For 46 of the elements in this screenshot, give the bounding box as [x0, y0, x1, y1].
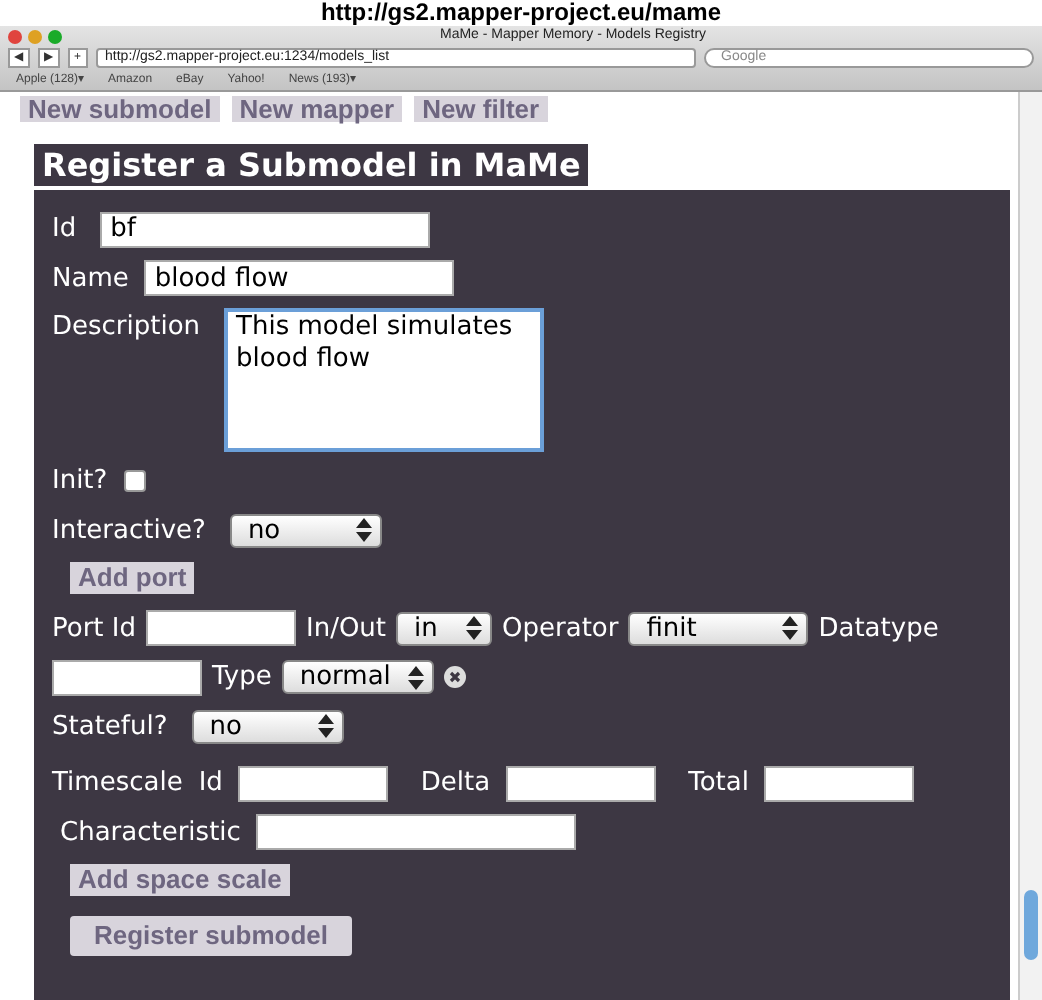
name-field[interactable]: blood flow [144, 260, 455, 297]
field-label: Interactive? [52, 513, 206, 549]
add-port-button[interactable]: Add port [70, 562, 195, 594]
stepper-icon [317, 714, 334, 739]
port-id-field[interactable] [146, 610, 296, 647]
field-label: Operator [502, 611, 619, 647]
nav-button[interactable]: New submodel [20, 96, 220, 122]
field-label: Id [198, 766, 223, 802]
type-select[interactable]: normal [281, 660, 434, 695]
field-label: Init? [52, 464, 108, 500]
field-label: In/Out [306, 611, 387, 647]
field-label: Port Id [52, 611, 136, 647]
id-field[interactable]: bf [100, 211, 431, 248]
field-label: Name [52, 261, 129, 297]
characteristic-field[interactable] [256, 814, 577, 851]
remove-icon[interactable] [443, 666, 466, 689]
total-field[interactable] [764, 765, 915, 802]
interactive-select[interactable]: no [229, 513, 382, 548]
field-label: Description [52, 310, 201, 346]
field-label: Delta [420, 766, 491, 802]
field-label: Total [688, 766, 749, 802]
description-field[interactable]: This model simulates blood flow [224, 308, 545, 452]
field-label: Type [212, 660, 272, 696]
delta-field[interactable] [506, 765, 657, 802]
register-button[interactable]: Register submodel [70, 915, 353, 955]
field-label: Datatype [818, 611, 939, 647]
form-title: Register a Submodel in MaMe [34, 144, 589, 186]
operator-select[interactable]: finit [628, 611, 809, 646]
nav-button[interactable]: New filter [414, 96, 548, 122]
nav-button[interactable]: New mapper [231, 96, 403, 122]
datatype-field[interactable] [52, 659, 202, 696]
stepper-icon [407, 665, 424, 690]
stateful-select[interactable]: no [191, 709, 344, 744]
stepper-icon [782, 616, 799, 641]
stepper-icon [355, 518, 372, 543]
field-label: Id [52, 212, 77, 248]
init-checkbox[interactable] [123, 470, 146, 493]
stepper-icon [466, 616, 483, 641]
timescale-id-field[interactable] [238, 765, 389, 802]
add-space-scale-button[interactable]: Add space scale [70, 864, 290, 896]
close-icon[interactable] [8, 29, 22, 43]
field-label: Stateful? [52, 709, 168, 745]
field-label: Timescale [52, 766, 183, 802]
field-label: Characteristic [60, 815, 241, 851]
page-heading: http://gs2.mapper-project.eu/mame [320, 0, 722, 26]
in-out-select[interactable]: in [396, 611, 493, 646]
